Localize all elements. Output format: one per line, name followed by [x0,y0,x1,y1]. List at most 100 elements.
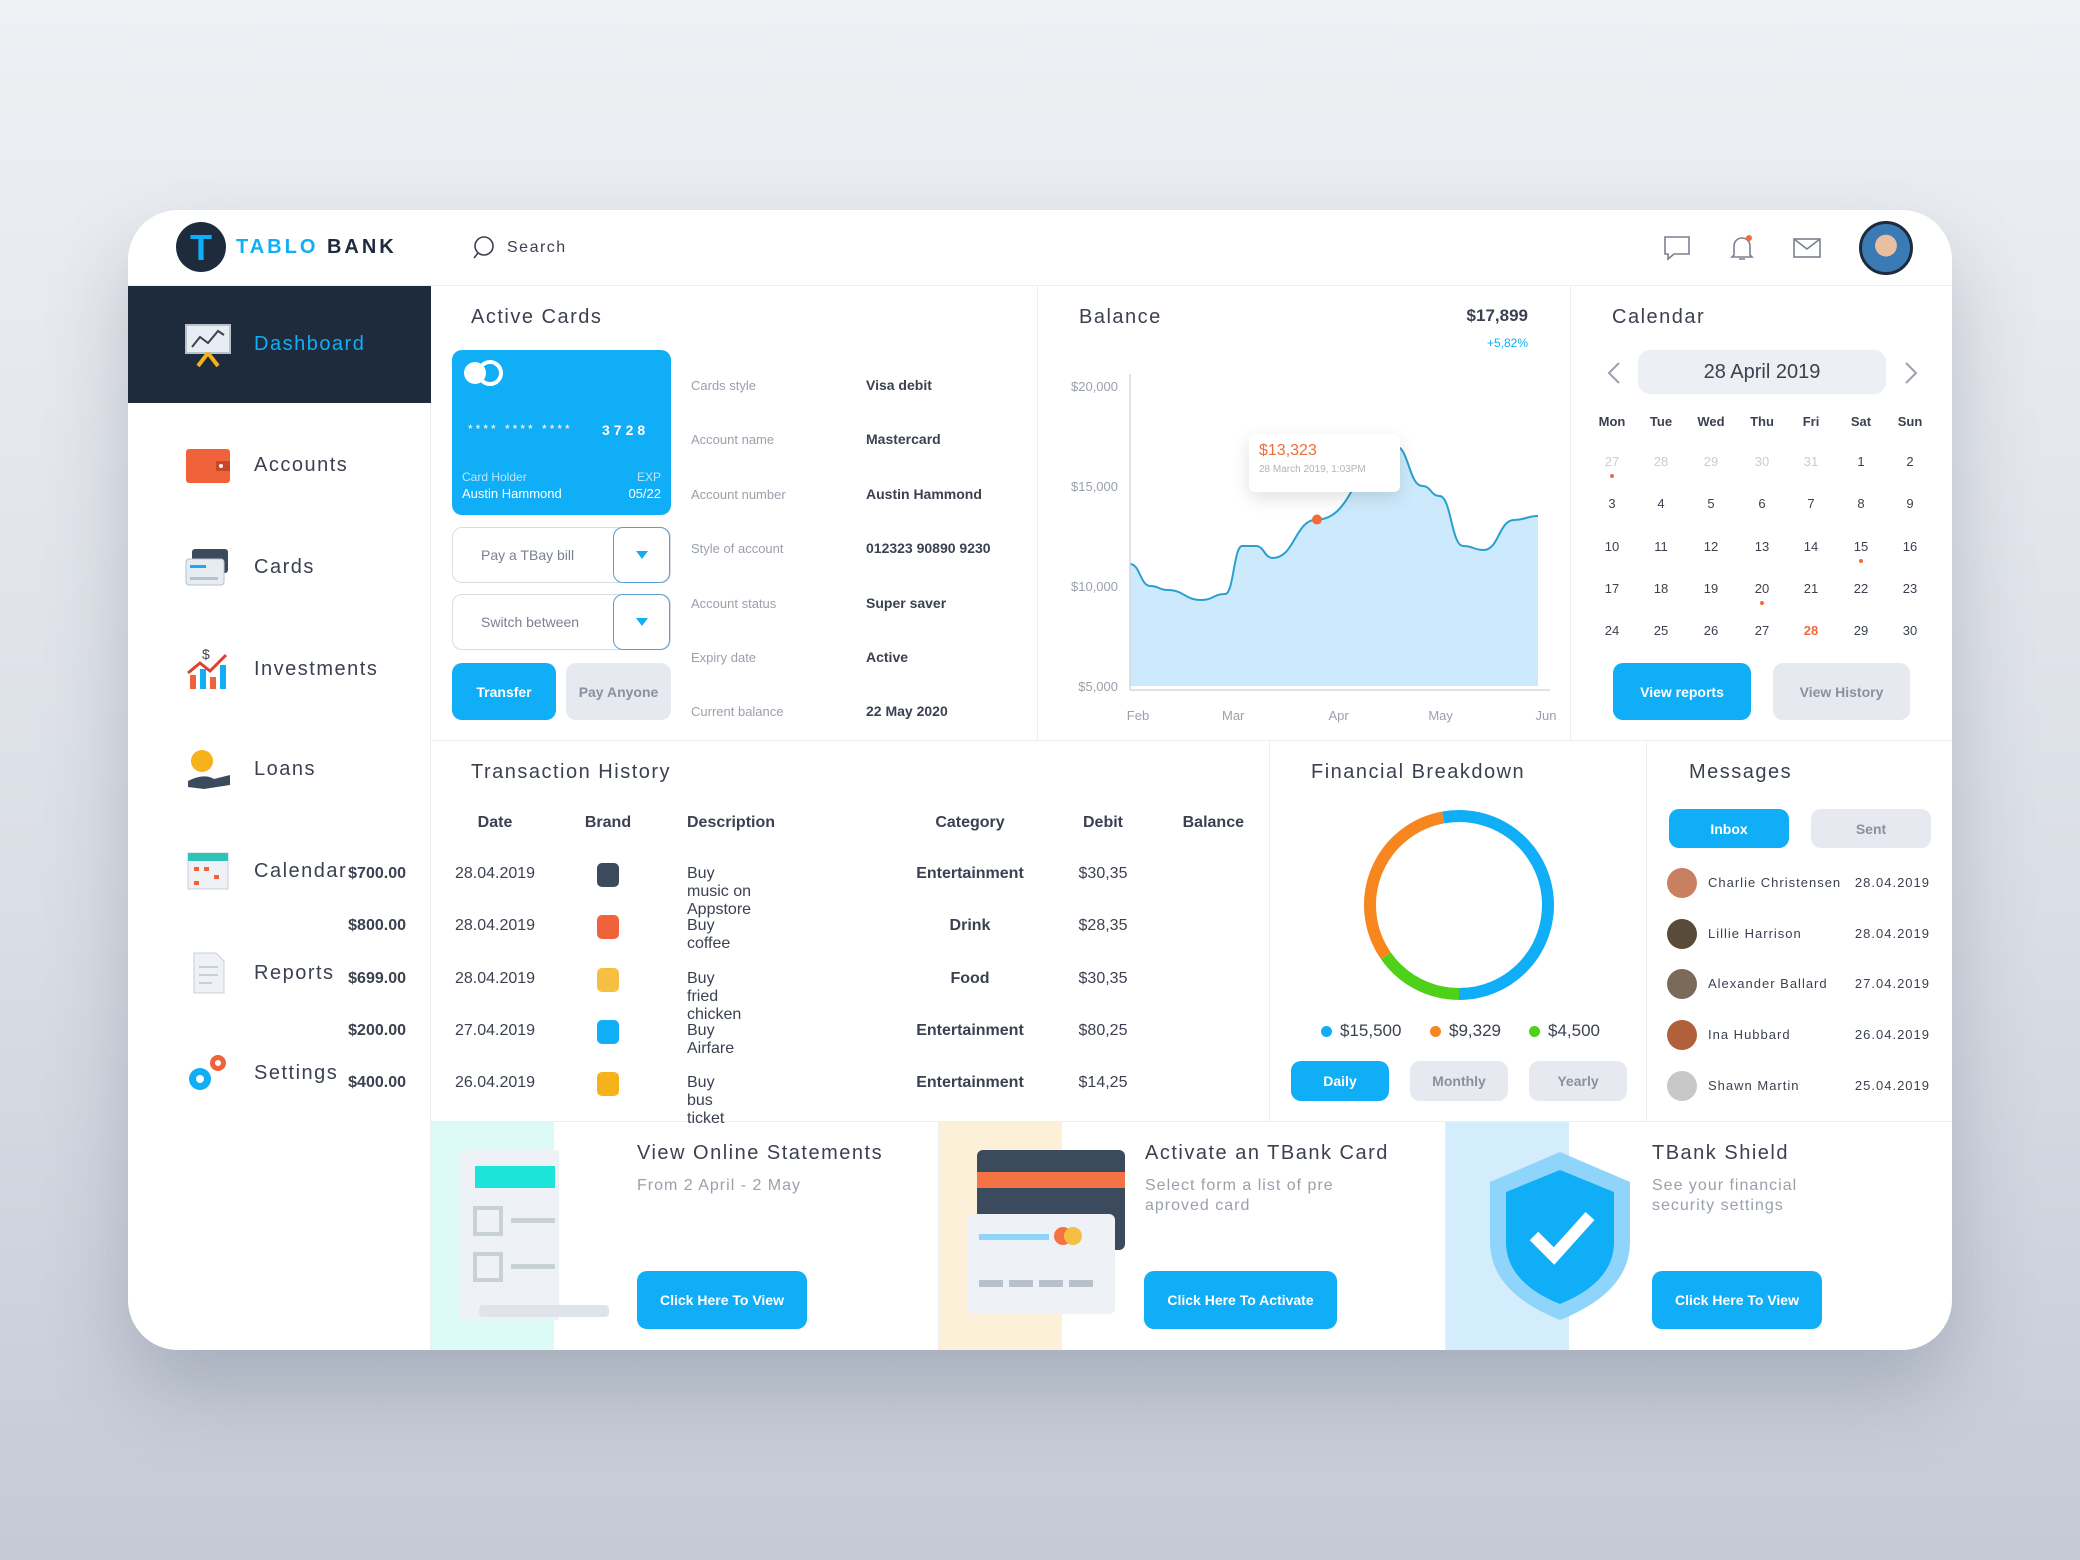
calendar-day[interactable]: 7 [1791,496,1831,511]
calendar-day[interactable]: 19 [1691,581,1731,596]
calendar-day[interactable]: 3 [1592,496,1632,511]
calendar-day[interactable]: 1 [1841,454,1881,469]
calendar-day[interactable]: 13 [1742,539,1782,554]
calendar-day[interactable]: 12 [1691,539,1731,554]
detail-value: 012323 90890 9230 [866,540,991,556]
sidebar-item-accounts[interactable]: Accounts [128,414,431,516]
view-statements-button[interactable]: Click Here To View [637,1271,807,1329]
detail-value: 22 May 2020 [866,703,948,719]
chat-icon[interactable] [1661,232,1693,264]
column-header[interactable]: Brand [508,814,708,832]
event-dot [1859,559,1863,563]
calendar-day[interactable]: 8 [1841,496,1881,511]
legend-swatch [1529,1025,1540,1037]
calendar-day[interactable]: 21 [1791,581,1831,596]
calendar-day[interactable]: 25 [1641,623,1681,638]
calendar-day[interactable]: 29 [1691,454,1731,469]
view-reports-button[interactable]: View reports [1613,663,1751,720]
chevron-down-icon[interactable] [613,594,670,650]
bell-icon[interactable] [1726,232,1758,264]
messages-panel: Messages Inbox Sent Charlie Christensen 2… [1647,741,1952,1122]
row-date: 27.04.2019 [454,1022,536,1039]
column-header[interactable]: Debit [1003,814,1203,832]
calendar-day[interactable]: 26 [1691,623,1731,638]
switch-between-dropdown[interactable]: Switch between [452,594,671,650]
app-window: T TABLO BANK Search Dashboard Accounts C… [128,210,1952,1350]
day-number: 29 [1703,454,1719,469]
avatar [1667,1020,1697,1050]
message-item[interactable]: Shawn Martin 25.04.2019 [1647,1071,1952,1101]
calendar-day[interactable]: 15 [1841,539,1881,563]
view-history-button[interactable]: View History [1773,663,1910,720]
promo-title: TBank Shield [1652,1142,1789,1164]
day-number: 12 [1703,539,1719,554]
sent-tab[interactable]: Sent [1811,809,1931,848]
message-item[interactable]: Charlie Christensen 28.04.2019 [1647,868,1952,898]
sidebar-item-investments[interactable]: $ Investments [128,618,431,720]
calendar-day[interactable]: 30 [1890,623,1930,638]
promo-subtitle: From 2 April - 2 May [637,1177,802,1194]
column-header[interactable]: Balance [1183,814,1244,832]
calendar-day[interactable]: 20 [1742,581,1782,605]
calendar-day[interactable]: 22 [1841,581,1881,596]
transfer-button[interactable]: Transfer [452,663,556,720]
message-date: 27.04.2019 [1854,976,1930,991]
column-header[interactable]: Description [687,814,775,832]
sidebar-item-dashboard[interactable]: Dashboard [128,286,431,403]
calendar-day[interactable]: 29 [1841,623,1881,638]
calendar-day[interactable]: 30 [1742,454,1782,469]
calendar-day[interactable]: 23 [1890,581,1930,596]
day-number: 25 [1653,623,1669,638]
bank-card[interactable]: **** **** **** 3728 Card Holder Austin H… [452,350,671,515]
pay-anyone-button[interactable]: Pay Anyone [566,663,671,720]
inbox-tab[interactable]: Inbox [1669,809,1789,848]
calendar-day[interactable]: 5 [1691,496,1731,511]
calendar-day[interactable]: 2 [1890,454,1930,469]
pay-bill-dropdown[interactable]: Pay a TBay bill [452,527,671,583]
calendar-day[interactable]: 27 [1592,454,1632,478]
calendar-day[interactable]: 16 [1890,539,1930,554]
row-description: Buy coffee [687,917,731,952]
mail-icon[interactable] [1791,232,1823,264]
calendar-day[interactable]: 28 [1791,623,1831,638]
calendar-day[interactable]: 11 [1641,539,1681,554]
weekday-header: Fri [1802,414,1820,429]
sidebar-item-cards[interactable]: Cards [128,516,431,618]
tab-yearly[interactable]: Yearly [1529,1061,1627,1101]
sender-name: Shawn Martin [1708,1078,1800,1093]
sender-name: Alexander Ballard [1708,976,1828,991]
legend-label: $4,500 [1548,1021,1600,1040]
day-number: 9 [1906,496,1914,511]
calendar-day[interactable]: 18 [1641,581,1681,596]
chevron-left-icon[interactable] [1607,362,1621,384]
balance-panel: Balance $17,899 +5,82% $20,000 $15,000 $10… [1038,286,1571,741]
calendar-day[interactable]: 17 [1592,581,1632,596]
calendar-day[interactable]: 14 [1791,539,1831,554]
sidebar-item-loans[interactable]: Loans [128,718,431,820]
message-item[interactable]: Ina Hubbard 26.04.2019 [1647,1020,1952,1050]
message-item[interactable]: Alexander Ballard 27.04.2019 [1647,969,1952,999]
detail-label: Account status [691,596,777,611]
message-item[interactable]: Lillie Harrison 28.04.2019 [1647,919,1952,949]
calendar-day[interactable]: 9 [1890,496,1930,511]
calendar-day[interactable]: 4 [1641,496,1681,511]
calendar-day[interactable]: 24 [1592,623,1632,638]
tab-monthly[interactable]: Monthly [1410,1061,1508,1101]
tab-daily[interactable]: Daily [1291,1061,1389,1101]
activate-card-button[interactable]: Click Here To Activate [1144,1271,1337,1329]
promo-activate-card: Activate an TBank Card Select form a lis… [938,1122,1445,1350]
search-input[interactable]: Search [471,235,567,261]
event-dot [1760,601,1764,605]
chevron-right-icon[interactable] [1904,362,1918,384]
calendar-day[interactable]: 6 [1742,496,1782,511]
day-number: 19 [1703,581,1719,596]
calendar-date-display[interactable]: 28 April 2019 [1638,350,1886,394]
calendar-day[interactable]: 10 [1592,539,1632,554]
view-shield-button[interactable]: Click Here To View [1652,1271,1822,1329]
chevron-down-icon[interactable] [613,527,670,583]
calendar-day[interactable]: 27 [1742,623,1782,638]
calendar-day[interactable]: 28 [1641,454,1681,469]
calendar-day[interactable]: 31 [1791,454,1831,469]
user-avatar[interactable] [1859,221,1913,275]
phone-icon [597,863,619,887]
